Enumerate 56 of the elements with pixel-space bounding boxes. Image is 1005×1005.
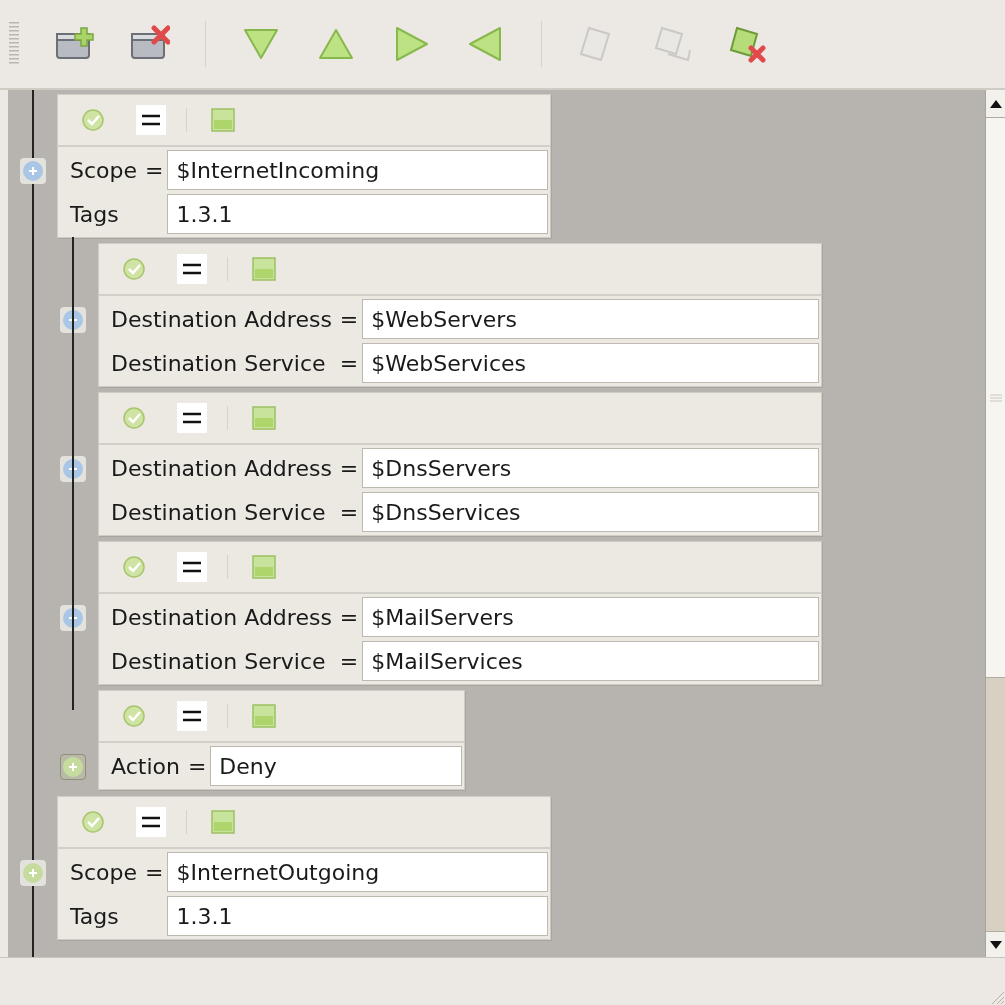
input-field[interactable]: $InternetIncoming: [167, 150, 548, 190]
input-field[interactable]: $WebServices: [362, 343, 819, 383]
check-icon[interactable]: [123, 407, 145, 429]
equals-icon[interactable]: [136, 807, 166, 837]
resize-grip-icon[interactable]: [989, 989, 1005, 1005]
scroll-up-icon[interactable]: [989, 99, 1002, 108]
field-label: Tags: [70, 200, 119, 229]
check-icon[interactable]: [123, 556, 145, 578]
equals-icon[interactable]: [177, 701, 207, 731]
check-icon[interactable]: [123, 258, 145, 280]
input-field[interactable]: 1.3.1: [167, 194, 548, 234]
field-label: Destination Service: [111, 498, 326, 527]
check-icon[interactable]: [82, 109, 104, 131]
square-icon[interactable]: [252, 555, 276, 579]
operator-sign: =: [187, 752, 207, 781]
scroll-grip-icon[interactable]: [989, 393, 1002, 402]
field-label: Destination Address: [111, 603, 332, 632]
equals-icon[interactable]: [177, 254, 207, 284]
square-icon[interactable]: [211, 108, 235, 132]
input-field[interactable]: Deny: [210, 746, 462, 786]
equals-icon[interactable]: [177, 552, 207, 582]
equals-icon[interactable]: [177, 403, 207, 433]
operator-sign: =: [339, 498, 359, 527]
operator-sign: =: [339, 603, 359, 632]
operator-sign: =: [339, 454, 359, 483]
field-label: Destination Service: [111, 647, 326, 676]
input-field[interactable]: $DnsServers: [362, 448, 819, 488]
field-label: Action: [111, 752, 180, 781]
check-icon[interactable]: [123, 705, 145, 727]
operator-sign: =: [339, 647, 359, 676]
scrollbar[interactable]: [985, 90, 1005, 957]
input-field[interactable]: $MailServices: [362, 641, 819, 681]
square-icon[interactable]: [211, 810, 235, 834]
delete-page-icon[interactable]: [727, 24, 767, 64]
square-icon[interactable]: [252, 257, 276, 281]
field-label: Destination Address: [111, 454, 332, 483]
field-label: Scope: [70, 858, 138, 887]
field-label: Scope: [70, 156, 138, 185]
check-icon[interactable]: [82, 811, 104, 833]
input-field[interactable]: $MailServers: [362, 597, 819, 637]
field-label: Tags: [70, 902, 119, 931]
input-field[interactable]: 1.3.1: [167, 896, 548, 936]
input-field[interactable]: $WebServers: [362, 299, 819, 339]
equals-icon[interactable]: [136, 105, 166, 135]
scroll-down-icon[interactable]: [989, 940, 1002, 949]
square-icon[interactable]: [252, 406, 276, 430]
square-icon[interactable]: [252, 704, 276, 728]
operator-sign: =: [145, 156, 164, 185]
operator-sign: =: [339, 349, 359, 378]
input-field[interactable]: $InternetOutgoing: [167, 852, 548, 892]
field-label: Destination Service: [111, 349, 326, 378]
field-label: Destination Address: [111, 305, 332, 334]
operator-sign: =: [339, 305, 359, 334]
operator-sign: =: [145, 858, 164, 887]
toolbar-grip-icon[interactable]: [8, 22, 20, 66]
input-field[interactable]: $DnsServices: [362, 492, 819, 532]
